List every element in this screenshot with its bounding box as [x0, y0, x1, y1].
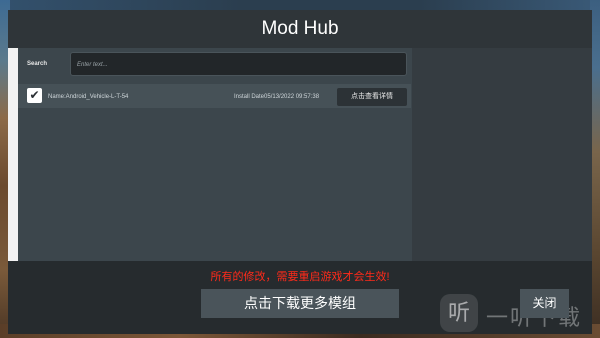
mod-enabled-checkbox[interactable]: ✔: [27, 88, 42, 103]
download-more-mods-button[interactable]: 点击下载更多模组: [201, 289, 399, 318]
mod-detail-panel: [412, 48, 592, 261]
search-input[interactable]: Enter text...: [70, 52, 407, 76]
mod-install-date: Install Date05/13/2022 09:57:38: [234, 94, 320, 100]
close-button[interactable]: 关闭: [520, 289, 569, 318]
window-title: Mod Hub: [261, 18, 339, 39]
panel-scroll-edge[interactable]: [8, 48, 18, 261]
mod-list-panel: [8, 48, 412, 261]
view-details-button[interactable]: 点击查看详情: [337, 88, 407, 106]
watermark-logo-icon: 听: [440, 294, 478, 332]
search-label: Search: [27, 61, 48, 67]
restart-notice: 所有的修改，需要重启游戏才会生效!: [210, 271, 390, 283]
mod-name: Name:Android_Vehicle-L-T-54: [48, 94, 129, 100]
